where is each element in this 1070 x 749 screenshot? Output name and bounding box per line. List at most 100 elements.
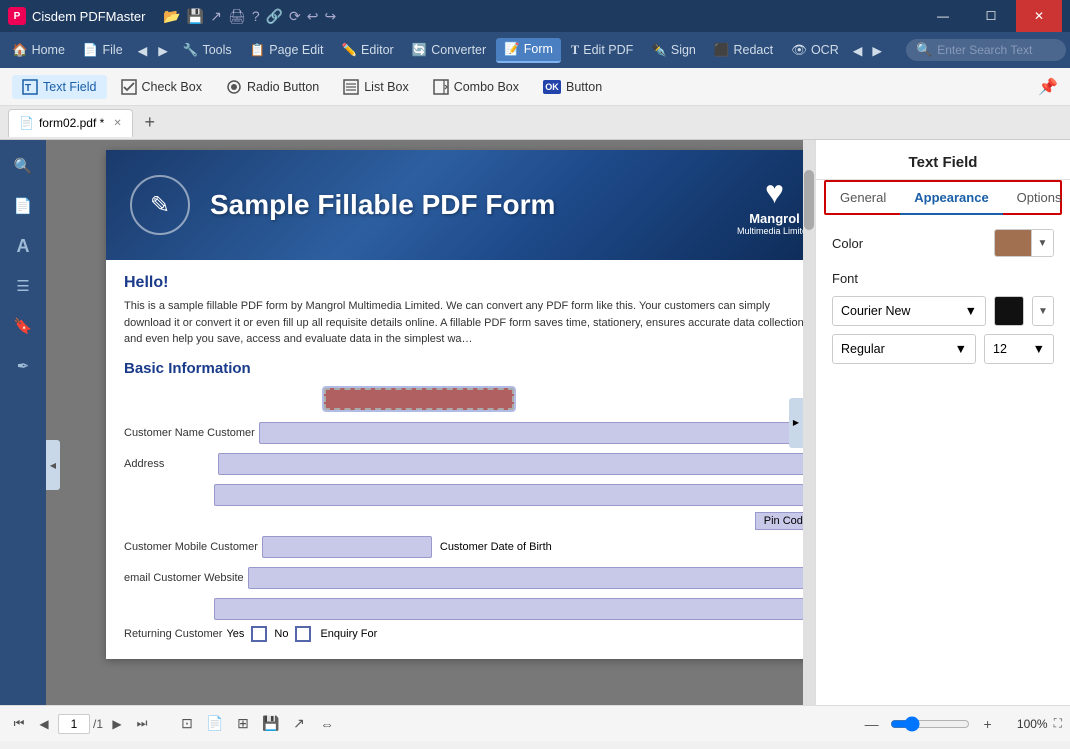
open-icon[interactable]: 📂 xyxy=(163,8,180,25)
link-icon[interactable]: 🔗 xyxy=(266,8,283,25)
menu-ocr[interactable]: 👁 OCR xyxy=(783,39,847,62)
compare-button[interactable]: ⇔ xyxy=(315,712,339,736)
yes-checkbox[interactable] xyxy=(251,626,267,642)
tab-appearance[interactable]: Appearance xyxy=(900,182,1002,215)
menu-converter[interactable]: 🔄 Converter xyxy=(404,39,494,62)
ocr-icon: 👁 xyxy=(791,43,807,58)
font-name-row: Courier New ▼ ▼ xyxy=(832,296,1054,326)
sidebar-search[interactable]: 🔍 xyxy=(5,148,41,184)
extra-field2[interactable] xyxy=(214,598,815,620)
email-field[interactable] xyxy=(248,567,815,589)
fit-page-button[interactable]: ⊡ xyxy=(175,712,199,736)
zoom-in-button[interactable]: + xyxy=(976,712,1000,736)
nav-right[interactable]: ▶ xyxy=(868,39,886,62)
close-button[interactable]: ✕ xyxy=(1016,0,1062,32)
button-button[interactable]: OK Button xyxy=(533,76,612,98)
forward-nav[interactable]: ▶ xyxy=(153,39,173,62)
color-picker-button[interactable]: ▼ xyxy=(994,229,1054,257)
tab-close-button[interactable]: ✕ xyxy=(113,118,121,129)
undo-icon[interactable]: ↩ xyxy=(307,8,319,25)
last-page-button[interactable]: ⏭ xyxy=(131,713,153,735)
tab-general[interactable]: General xyxy=(826,182,900,215)
zoom-slider[interactable] xyxy=(890,716,970,732)
save-icon[interactable]: 💾 xyxy=(187,8,204,25)
panel-title: Text Field xyxy=(816,140,1070,180)
menu-tools[interactable]: 🔧 Tools xyxy=(175,39,240,62)
print-icon[interactable]: 🖨 xyxy=(228,8,246,25)
redo-icon[interactable]: ↪ xyxy=(325,8,337,25)
export-button[interactable]: ↗ xyxy=(287,712,311,736)
font-color-button[interactable] xyxy=(994,296,1024,326)
menu-page-edit[interactable]: 📋 Page Edit xyxy=(242,39,332,62)
font-name-select[interactable]: Courier New ▼ xyxy=(832,296,986,326)
share-icon[interactable]: ↗ xyxy=(210,8,222,25)
expand-button[interactable]: ⛶ xyxy=(1054,716,1062,731)
prev-page-button[interactable]: ◀ xyxy=(33,713,55,735)
next-page-button[interactable]: ▶ xyxy=(106,713,128,735)
no-checkbox[interactable] xyxy=(295,626,311,642)
check-box-button[interactable]: Check Box xyxy=(111,75,212,99)
help-icon[interactable]: ? xyxy=(252,8,260,24)
minimize-button[interactable]: — xyxy=(920,0,966,32)
pdf-body: Hello! This is a sample fillable PDF for… xyxy=(106,260,815,659)
svg-text:T: T xyxy=(25,83,31,94)
nav-left[interactable]: ◀ xyxy=(849,39,867,62)
menu-home[interactable]: 🏠 Home xyxy=(4,39,73,62)
sidebar-signature[interactable]: ✒ xyxy=(5,348,41,384)
search-box[interactable]: 🔍 Enter Search Text xyxy=(906,39,1066,61)
scroll-track[interactable] xyxy=(803,140,815,705)
menu-editor[interactable]: ✏️ Editor xyxy=(333,39,401,62)
menu-form[interactable]: 📝 Form xyxy=(496,38,561,63)
radio-button-button[interactable]: Radio Button xyxy=(216,75,329,99)
extra-field1[interactable] xyxy=(214,484,815,506)
sidebar-list[interactable]: ☰ xyxy=(5,268,41,304)
app-title: Cisdem PDFMaster xyxy=(32,9,145,24)
font-style-select[interactable]: Regular ▼ xyxy=(832,334,976,364)
menu-file[interactable]: 📄 File xyxy=(75,39,131,62)
history-icon[interactable]: ⟳ xyxy=(289,8,301,25)
sidebar-toggle[interactable]: ◀ xyxy=(46,440,60,490)
search-icon: 🔍 xyxy=(916,42,932,58)
new-tab-button[interactable]: + xyxy=(139,112,161,134)
back-nav[interactable]: ◀ xyxy=(133,39,153,62)
list-box-button[interactable]: List Box xyxy=(333,75,418,99)
color-row: Color ▼ xyxy=(832,229,1054,257)
edit-pdf-icon: T xyxy=(571,43,579,58)
columns-button[interactable]: ⊞ xyxy=(231,712,255,736)
menu-redact[interactable]: ⬛ Redact xyxy=(706,39,781,62)
radio-button-icon xyxy=(226,79,242,95)
window-controls[interactable]: — ☐ ✕ xyxy=(920,0,1062,32)
pin-button[interactable]: 📌 xyxy=(1038,77,1058,97)
address-field[interactable] xyxy=(218,453,815,475)
selected-field[interactable] xyxy=(324,388,514,410)
file-icon: 📄 xyxy=(83,43,99,58)
save-pdf-button[interactable]: 💾 xyxy=(259,712,283,736)
menu-edit-pdf[interactable]: T Edit PDF xyxy=(563,39,641,62)
page-input[interactable] xyxy=(58,714,90,734)
text-field-button[interactable]: T Text Field xyxy=(12,75,107,99)
content-area: ✎ Sample Fillable PDF Form ♥ Mangrol Mul… xyxy=(46,140,815,705)
maximize-button[interactable]: ☐ xyxy=(968,0,1014,32)
combo-box-button[interactable]: Combo Box xyxy=(423,75,529,99)
zoom-out-button[interactable]: — xyxy=(860,712,884,736)
no-label: No xyxy=(274,628,288,640)
tab-options[interactable]: Options xyxy=(1003,182,1070,215)
document-tab[interactable]: 📄 form02.pdf * ✕ xyxy=(8,109,133,137)
sidebar-bookmark[interactable]: 🔖 xyxy=(5,308,41,344)
sidebar-text[interactable]: A xyxy=(5,228,41,264)
scroll-thumb[interactable] xyxy=(804,170,814,230)
tools-icon: 🔧 xyxy=(183,43,199,58)
check-box-icon xyxy=(121,79,137,95)
font-size-select[interactable]: 12 ▼ xyxy=(984,334,1054,364)
app-logo: P xyxy=(8,7,26,25)
first-page-button[interactable]: ⏮ xyxy=(8,713,30,735)
extract-page-button[interactable]: 📄 xyxy=(203,712,227,736)
font-color-chevron[interactable]: ▼ xyxy=(1032,296,1054,326)
mobile-field[interactable] xyxy=(262,536,432,558)
menu-sign[interactable]: ✒️ Sign xyxy=(643,39,704,62)
email-row: email Customer Website xyxy=(124,564,815,592)
customer-name-field[interactable] xyxy=(259,422,815,444)
sidebar-pages[interactable]: 📄 xyxy=(5,188,41,224)
right-panel-toggle[interactable]: ▶ xyxy=(789,398,803,448)
yes-label: Yes xyxy=(226,628,244,640)
